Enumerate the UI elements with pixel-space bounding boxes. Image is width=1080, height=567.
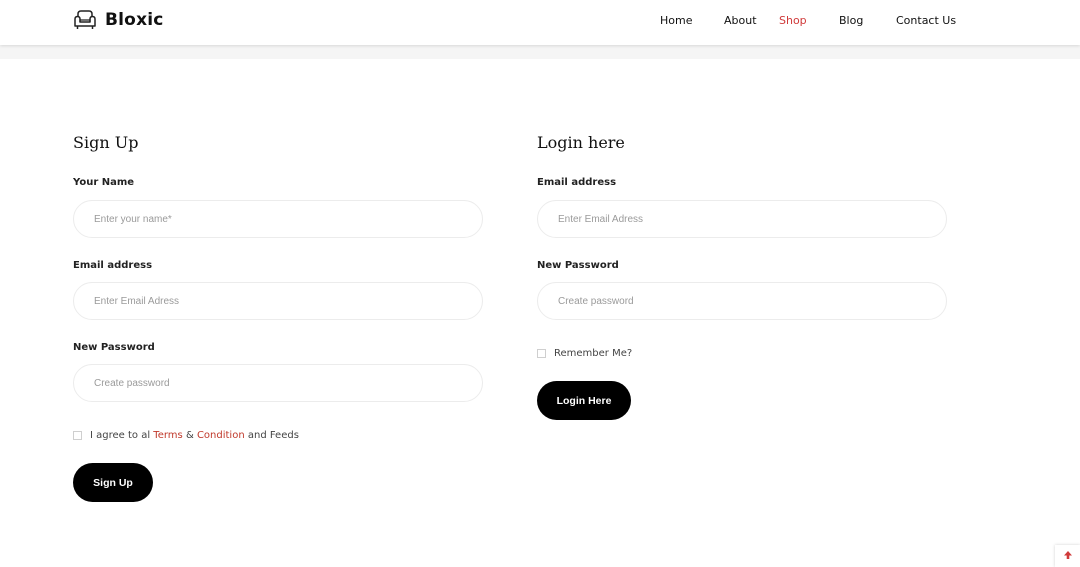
login-form: Login here Email address New Password Re… <box>537 132 949 420</box>
nav-item-blog[interactable]: Blog <box>839 14 863 27</box>
name-input[interactable] <box>73 200 483 238</box>
remember-checkbox[interactable] <box>537 349 546 358</box>
login-password-label: New Password <box>537 260 619 271</box>
signup-email-input[interactable] <box>73 282 483 320</box>
agree-prefix: I agree to al <box>90 430 151 441</box>
nav-item-shop[interactable]: Shop <box>779 14 807 27</box>
signup-form: Sign Up Your Name Email address New Pass… <box>73 132 485 502</box>
login-email-input[interactable] <box>537 200 947 238</box>
agree-text: I agree to al Terms & Condition and Feed… <box>90 430 299 441</box>
login-email-label: Email address <box>537 177 617 188</box>
nav-item-home[interactable]: Home <box>660 14 692 27</box>
scroll-top-button[interactable] <box>1055 545 1080 567</box>
login-button[interactable]: Login Here <box>537 381 631 420</box>
nav-item-contact-us[interactable]: Contact Us <box>896 14 956 27</box>
login-password-input[interactable] <box>537 282 947 320</box>
main-nav: Home About Shop Blog Contact Us <box>0 14 1080 28</box>
header-divider-band <box>0 45 1080 59</box>
name-label: Your Name <box>73 177 135 188</box>
terms-link[interactable]: Terms <box>153 430 182 441</box>
agree-checkbox[interactable] <box>73 431 82 440</box>
remember-me-row: Remember Me? <box>537 348 632 359</box>
agree-suffix: and Feeds <box>247 430 299 441</box>
login-title: Login here <box>537 133 625 152</box>
signup-email-label: Email address <box>73 260 153 271</box>
signup-title: Sign Up <box>73 133 139 152</box>
remember-label: Remember Me? <box>554 348 633 359</box>
agree-ampersand: & <box>185 430 194 441</box>
site-header: Bloxic Home About Shop Blog Contact Us <box>0 0 1080 45</box>
signup-password-input[interactable] <box>73 364 483 402</box>
nav-item-about[interactable]: About <box>724 14 757 27</box>
arrow-up-icon <box>1063 547 1073 565</box>
signup-password-label: New Password <box>73 342 155 353</box>
condition-link[interactable]: Condition <box>197 430 245 441</box>
agree-terms-row: I agree to al Terms & Condition and Feed… <box>73 430 299 441</box>
signup-button[interactable]: Sign Up <box>73 463 153 502</box>
